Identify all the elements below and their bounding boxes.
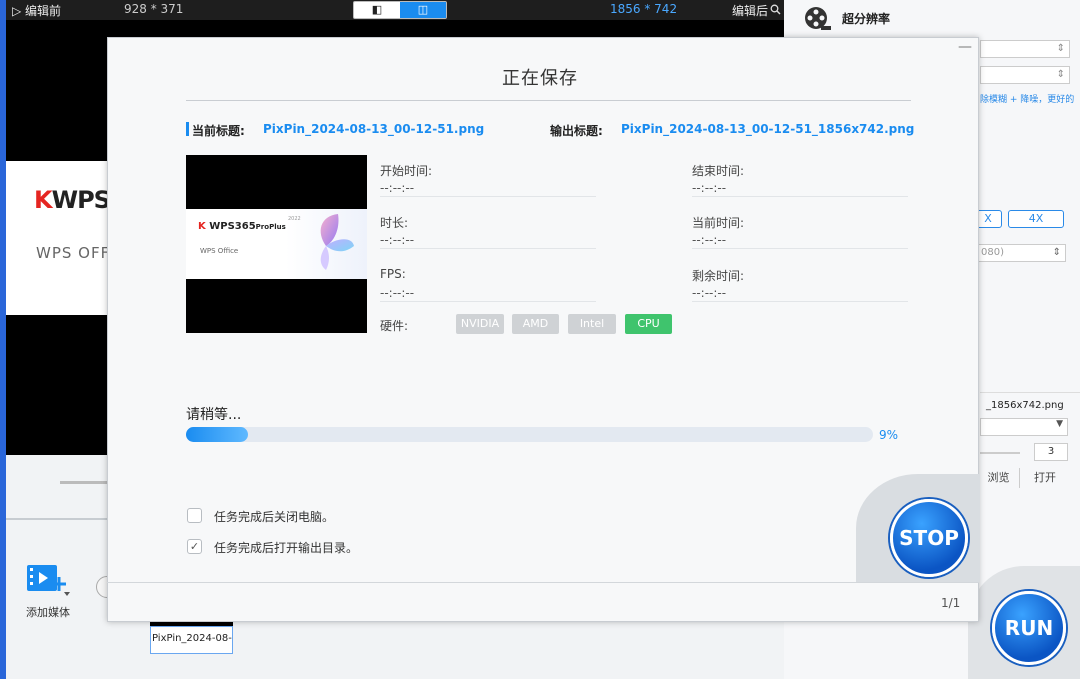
- quality-slider[interactable]: [980, 452, 1020, 454]
- info-divider: [380, 196, 596, 197]
- hardware-intel-chip[interactable]: Intel: [568, 314, 616, 334]
- wps-logo-mark: K: [34, 186, 53, 214]
- browse-button[interactable]: 浏览: [978, 468, 1020, 488]
- after-edit-text: 编辑后: [732, 4, 769, 18]
- start-time-value: --:--:--: [380, 181, 415, 195]
- wps-logo-text: WPS: [51, 186, 111, 214]
- proplus-text: ProPlus: [255, 223, 286, 231]
- info-divider: [692, 196, 908, 197]
- search-icon[interactable]: [770, 4, 781, 15]
- open-folder-button[interactable]: 打开: [1022, 468, 1068, 488]
- butterfly-graphic: [320, 214, 354, 270]
- current-time-value: --:--:--: [692, 233, 727, 247]
- check-icon: ✓: [189, 540, 200, 553]
- resolution-value: 080): [981, 247, 1004, 258]
- hardware-cpu-chip[interactable]: CPU: [625, 314, 672, 334]
- current-time-label: 当前时间:: [692, 216, 745, 230]
- current-title-value: PixPin_2024-08-13_00-12-51.png: [263, 122, 485, 136]
- thumbnail-filename: PixPin_2024-08-: [152, 633, 232, 644]
- shutdown-checkbox[interactable]: [187, 508, 202, 523]
- panel-divider: [980, 392, 1080, 393]
- output-dropdown[interactable]: ▼: [980, 418, 1068, 436]
- current-title-label: 当前标题:: [192, 124, 245, 138]
- resolution-select[interactable]: 080) ⇕: [978, 244, 1066, 262]
- hardware-label: 硬件:: [380, 319, 409, 333]
- duration-value: --:--:--: [380, 233, 415, 247]
- fps-label: FPS:: [380, 267, 406, 281]
- wps-logo-text: WPS365: [209, 221, 256, 232]
- wps-office-text: WPS OFF: [36, 244, 111, 262]
- updown-icon: ⇕: [1052, 247, 1061, 258]
- info-divider: [380, 301, 596, 302]
- scale-4x-button[interactable]: 4X: [1008, 210, 1064, 228]
- end-time-label: 结束时间:: [692, 164, 745, 178]
- wps-logo-mark: K: [198, 221, 206, 232]
- footer-divider: [107, 582, 979, 583]
- updown-icon: ⇕: [1056, 43, 1065, 54]
- wps-logo: KWPS: [34, 186, 111, 214]
- run-button[interactable]: RUN: [992, 591, 1066, 665]
- preview-office-text: WPS Office: [200, 247, 239, 255]
- before-edit-label[interactable]: ▷ 编辑前: [12, 2, 61, 19]
- hardware-amd-chip[interactable]: AMD: [512, 314, 559, 334]
- after-edit-label[interactable]: 编辑后: [732, 2, 781, 19]
- duration-label: 时长:: [380, 216, 409, 230]
- single-view-icon[interactable]: ◧: [354, 2, 400, 18]
- add-media-icon[interactable]: [26, 563, 70, 597]
- open-dir-option-label[interactable]: 任务完成后打开输出目录。: [214, 539, 358, 556]
- output-title-value: PixPin_2024-08-13_00-12-51_1856x742.png: [621, 122, 915, 136]
- add-media-label[interactable]: 添加媒体: [26, 604, 70, 620]
- remaining-time-label: 剩余时间:: [692, 269, 745, 283]
- shutdown-option-label[interactable]: 任务完成后关闭电脑。: [214, 508, 334, 525]
- status-text: 请稍等...: [186, 407, 242, 423]
- start-time-label: 开始时间:: [380, 164, 433, 178]
- stop-button[interactable]: STOP: [890, 499, 968, 577]
- task-counter: 1/1: [941, 596, 961, 610]
- title-divider: [186, 100, 911, 101]
- count-field[interactable]: 3: [1034, 443, 1068, 461]
- title-accent-bar: [186, 122, 189, 136]
- split-view-icon[interactable]: ◫: [400, 2, 446, 18]
- progress-fill: [186, 427, 248, 442]
- end-time-value: --:--:--: [692, 181, 727, 195]
- progress-percent: 9%: [879, 428, 899, 442]
- model-select[interactable]: ⇕: [980, 40, 1070, 58]
- output-title-label: 输出标题:: [550, 124, 603, 138]
- before-size-readout: 928 * 371: [124, 2, 184, 16]
- timeline-slider[interactable]: [60, 481, 110, 484]
- model-hint: 除模糊 + 降噪，更好的: [980, 95, 1075, 105]
- info-divider: [380, 248, 596, 249]
- super-resolution-title: 超分辨率: [842, 12, 891, 26]
- film-reel-icon: [805, 7, 831, 30]
- hardware-nvidia-chip[interactable]: NVIDIA: [456, 314, 504, 334]
- info-divider: [692, 248, 908, 249]
- dialog-title: 正在保存: [502, 68, 578, 89]
- progress-track: [186, 427, 873, 442]
- after-size-readout: 1856 * 742: [610, 2, 678, 16]
- info-divider: [692, 301, 908, 302]
- fps-value: --:--:--: [380, 286, 415, 300]
- open-dir-checkbox[interactable]: ✓: [187, 539, 202, 554]
- chevron-down-icon: ▼: [1056, 419, 1063, 429]
- view-mode-toggle[interactable]: ◧ ◫: [353, 1, 447, 19]
- output-filename: _1856x742.png: [986, 400, 1064, 411]
- remaining-time-value: --:--:--: [692, 286, 727, 300]
- minimize-icon[interactable]: —: [958, 40, 972, 54]
- wps365-logo: K WPS365ProPlus: [198, 221, 286, 232]
- preview-image: [6, 161, 116, 315]
- compare-toolbar: ▷ 编辑前 928 * 371 ◧ ◫ 1856 * 742 编辑后: [6, 0, 784, 20]
